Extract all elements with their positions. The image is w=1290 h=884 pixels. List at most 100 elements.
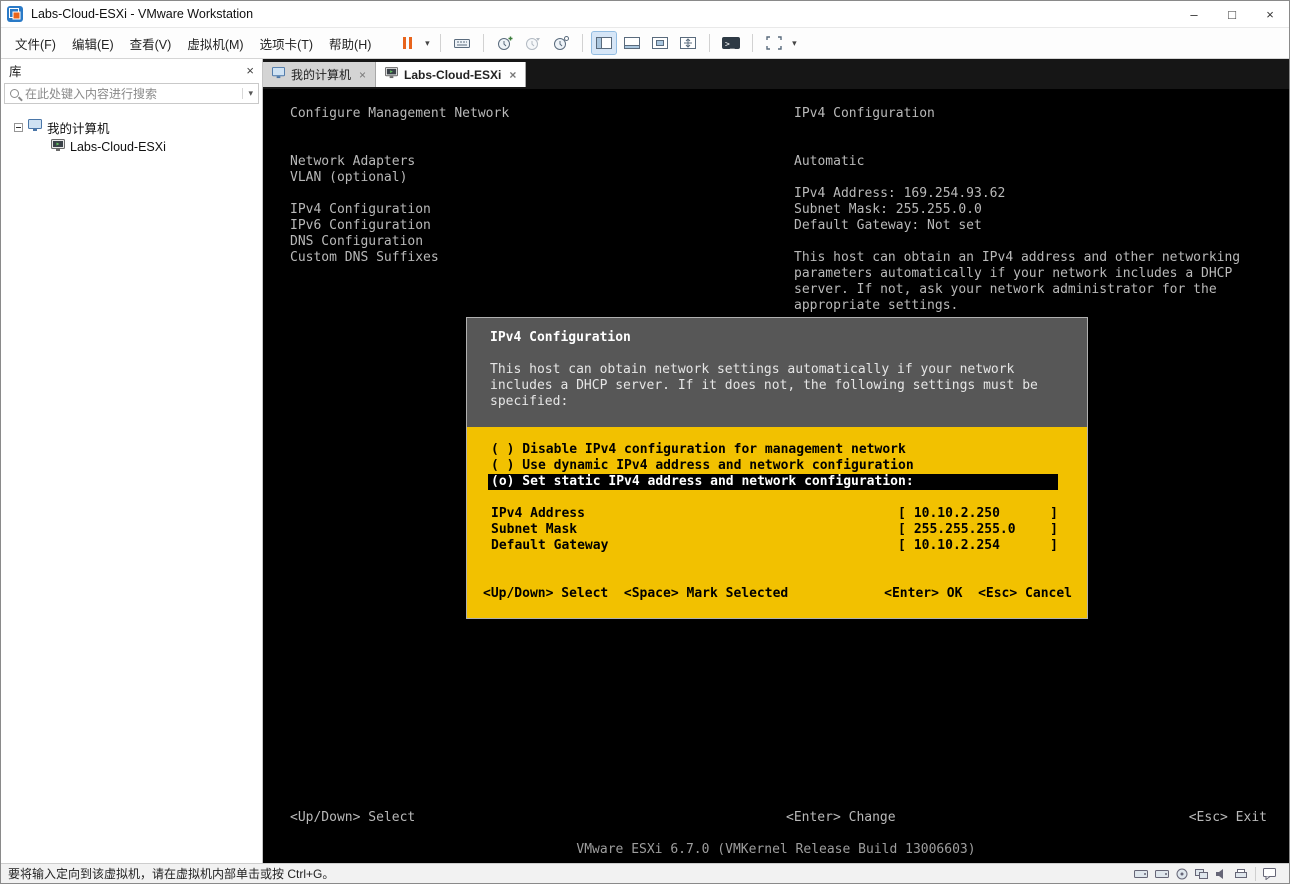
field-value-box[interactable]: [10.10.2.254] bbox=[898, 538, 1058, 554]
toolbar-separator bbox=[440, 34, 442, 52]
field-label: Subnet Mask bbox=[491, 522, 578, 537]
library-sidebar: 库 × ▾ 我的计算机 bbox=[1, 59, 263, 863]
menu-file[interactable]: 文件(F) bbox=[7, 30, 64, 57]
tab-labs-cloud-esxi[interactable]: Labs-Cloud-ESXi × bbox=[376, 62, 527, 87]
tree-item-labs-cloud-esxi[interactable]: Labs-Cloud-ESXi bbox=[1, 137, 262, 157]
tab-close-icon[interactable]: × bbox=[359, 68, 366, 82]
computer-icon bbox=[272, 67, 285, 82]
library-search: ▾ bbox=[4, 83, 259, 104]
cdrom-icon[interactable] bbox=[1176, 868, 1188, 880]
ipv4-description: This host can obtain an IPv4 address and… bbox=[794, 250, 1241, 313]
show-thumbnail-bar-button[interactable] bbox=[620, 32, 644, 54]
esxi-version-label: VMware ESXi 6.7.0 (VMKernel Release Buil… bbox=[576, 842, 976, 857]
tab-label: Labs-Cloud-ESXi bbox=[404, 67, 502, 82]
tree-item-label: 我的计算机 bbox=[47, 121, 110, 136]
statusbar-separator bbox=[1255, 866, 1256, 881]
dialog-body: ( ) Disable IPv4 configuration for manag… bbox=[467, 427, 1087, 618]
tree-collapse-icon[interactable] bbox=[14, 122, 23, 132]
ipv4-configuration-dialog: IPv4 Configuration This host can obtain … bbox=[466, 317, 1088, 619]
tab-label: 我的计算机 bbox=[291, 68, 352, 82]
status-message: 要将输入定向到该虚拟机，请在虚拟机内部单击或按 Ctrl+G。 bbox=[8, 867, 335, 881]
library-close-icon[interactable]: × bbox=[246, 63, 254, 78]
search-input[interactable] bbox=[25, 86, 243, 101]
toolbar: ▾ >_ ▾ bbox=[393, 31, 800, 55]
bracket-open: [ bbox=[898, 522, 906, 537]
console-right-title: IPv4 Configuration bbox=[794, 106, 935, 121]
field-value: 10.10.2.254 bbox=[913, 538, 1000, 553]
menu-help[interactable]: 帮助(H) bbox=[321, 30, 379, 57]
radio-option-dynamic-ipv4[interactable]: ( ) Use dynamic IPv4 address and network… bbox=[488, 458, 1058, 474]
fullscreen-caret-icon[interactable]: ▾ bbox=[788, 38, 800, 49]
network-menu-list: Network Adapters VLAN (optional) IPv4 Co… bbox=[290, 154, 439, 265]
network-adapter-icon[interactable] bbox=[1195, 868, 1208, 880]
show-library-button[interactable] bbox=[591, 31, 618, 55]
console-hint-updown: <Up/Down> Select bbox=[290, 810, 416, 825]
vm-console-screen[interactable]: Configure Management Network IPv4 Config… bbox=[263, 89, 1289, 863]
close-button[interactable]: × bbox=[1251, 1, 1289, 27]
message-icon[interactable] bbox=[1263, 867, 1276, 880]
menu-tabs[interactable]: 选项卡(T) bbox=[252, 30, 321, 57]
bracket-close: ] bbox=[1050, 522, 1058, 537]
dialog-hints-left: <Up/Down> Select <Space> Mark Selected bbox=[483, 586, 789, 601]
minimize-button[interactable]: – bbox=[1175, 1, 1213, 27]
terminal-icon[interactable]: >_ bbox=[719, 32, 743, 54]
ipv4-mode-label: Automatic bbox=[794, 154, 865, 169]
radio-option-static-ipv4[interactable]: (o) Set static IPv4 address and network … bbox=[488, 474, 1058, 490]
tab-close-icon[interactable]: × bbox=[509, 68, 516, 82]
bracket-close: ] bbox=[1050, 506, 1058, 521]
computer-icon bbox=[28, 119, 42, 135]
library-tree: 我的计算机 Labs-Cloud-ESXi bbox=[1, 107, 262, 157]
tree-item-label: Labs-Cloud-ESXi bbox=[70, 140, 166, 154]
take-snapshot-button[interactable] bbox=[493, 32, 517, 54]
tabstrip: 我的计算机 × Labs-Cloud-ESXi × bbox=[263, 59, 1289, 89]
fullscreen-button[interactable] bbox=[762, 32, 786, 54]
toolbar-separator bbox=[709, 34, 711, 52]
titlebar: Labs-Cloud-ESXi - VMware Workstation – □… bbox=[1, 1, 1289, 27]
field-subnet-mask[interactable]: Subnet Mask [255.255.255.0] bbox=[491, 522, 1058, 538]
field-label: IPv4 Address bbox=[491, 506, 585, 521]
maximize-button[interactable]: □ bbox=[1213, 1, 1251, 27]
console-left-title: Configure Management Network bbox=[290, 106, 510, 121]
current-ip-settings: IPv4 Address: 169.254.93.62 Subnet Mask:… bbox=[794, 186, 1006, 233]
radio-option-disable-ipv4[interactable]: ( ) Disable IPv4 configuration for manag… bbox=[488, 442, 1058, 458]
menu-edit[interactable]: 编辑(E) bbox=[64, 30, 122, 57]
bracket-open: [ bbox=[898, 538, 906, 553]
search-icon bbox=[10, 89, 19, 98]
window-controls: – □ × bbox=[1175, 1, 1289, 27]
console-hint-enter: <Enter> Change bbox=[786, 810, 896, 825]
send-ctrl-alt-del-button[interactable] bbox=[450, 32, 474, 54]
device-status-icons bbox=[1134, 866, 1282, 881]
fit-guest-now-button[interactable] bbox=[648, 32, 672, 54]
menu-view[interactable]: 查看(V) bbox=[122, 30, 180, 57]
dialog-key-hints: <Up/Down> Select <Space> Mark Selected <… bbox=[483, 586, 1072, 602]
window-title: Labs-Cloud-ESXi - VMware Workstation bbox=[31, 7, 254, 21]
harddisk-icon[interactable] bbox=[1134, 868, 1148, 880]
dialog-header: IPv4 Configuration This host can obtain … bbox=[467, 318, 1087, 427]
printer-icon[interactable] bbox=[1234, 868, 1248, 880]
field-value-box[interactable]: [255.255.255.0] bbox=[898, 522, 1058, 538]
tab-my-computer[interactable]: 我的计算机 × bbox=[263, 62, 377, 87]
esxi-host-icon bbox=[385, 67, 398, 82]
field-value-box[interactable]: [10.10.2.250] bbox=[898, 506, 1058, 522]
vmware-workstation-logo-icon bbox=[7, 6, 23, 22]
toolbar-separator bbox=[582, 34, 584, 52]
revert-snapshot-button[interactable] bbox=[521, 32, 545, 54]
menu-vm[interactable]: 虚拟机(M) bbox=[179, 30, 251, 57]
search-dropdown-icon[interactable]: ▾ bbox=[242, 88, 253, 99]
dialog-title: IPv4 Configuration bbox=[490, 330, 631, 345]
harddisk-icon[interactable] bbox=[1155, 868, 1169, 880]
suspend-vm-button[interactable] bbox=[395, 32, 419, 54]
sound-icon[interactable] bbox=[1215, 868, 1227, 880]
manage-snapshots-button[interactable] bbox=[549, 32, 573, 54]
field-ipv4-address[interactable]: IPv4 Address [10.10.2.250] bbox=[491, 506, 1058, 522]
power-options-caret-icon[interactable]: ▾ bbox=[421, 38, 433, 49]
main-area: 库 × ▾ 我的计算机 bbox=[1, 59, 1289, 863]
field-default-gateway[interactable]: Default Gateway [10.10.2.254] bbox=[491, 538, 1058, 554]
fit-window-now-button[interactable] bbox=[676, 32, 700, 54]
console-hint-esc: <Esc> Exit bbox=[1188, 810, 1267, 825]
field-label: Default Gateway bbox=[491, 538, 609, 553]
menubar: 文件(F) 编辑(E) 查看(V) 虚拟机(M) 选项卡(T) 帮助(H) ▾ bbox=[1, 27, 1289, 59]
tree-item-my-computer[interactable]: 我的计算机 bbox=[1, 117, 262, 137]
dialog-hints-right: <Enter> OK <Esc> Cancel bbox=[884, 586, 1072, 601]
library-title: 库 bbox=[9, 65, 22, 79]
